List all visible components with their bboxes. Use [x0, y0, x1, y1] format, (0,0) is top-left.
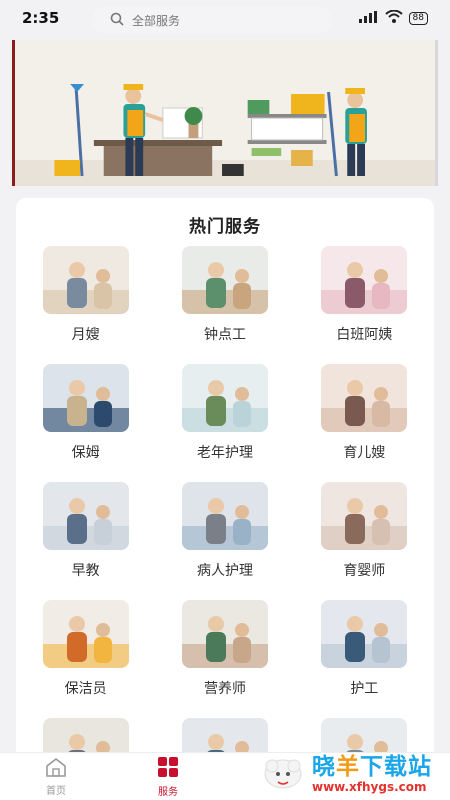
service-label: 病人护理: [196, 563, 253, 579]
service-item[interactable]: 营养师: [155, 600, 294, 698]
service-label: 育婴师: [343, 563, 386, 579]
service-label: 白班阿姨: [336, 327, 393, 343]
status-icons: 88: [358, 9, 428, 26]
watermark-brand: 晓羊下载站: [312, 754, 432, 780]
service-label: 护工: [350, 681, 379, 697]
service-label: 保洁员: [64, 681, 107, 697]
service-label: 早教: [71, 563, 100, 579]
section-title: 热门服务: [189, 217, 261, 237]
tab-services[interactable]: 服务: [112, 753, 224, 800]
service-item[interactable]: 早教: [16, 482, 155, 580]
service-label: 育儿嫂: [343, 445, 386, 461]
service-item[interactable]: 护工: [295, 600, 434, 698]
watermark-url: www.xfhygs.com: [312, 780, 427, 794]
search-input[interactable]: 全部服务: [92, 6, 332, 34]
service-thumbnail: [321, 482, 408, 550]
tab-home[interactable]: 首页: [0, 753, 112, 800]
search-placeholder: 全部服务: [132, 13, 181, 28]
sheep-logo-icon: [258, 750, 308, 798]
service-item[interactable]: 育婴师: [295, 482, 434, 580]
service-item[interactable]: 钟点工: [155, 246, 294, 344]
cleaning-illustration: [15, 40, 435, 186]
site-watermark: 晓羊下载站 www.xfhygs.com: [258, 748, 450, 800]
service-thumbnail: [321, 364, 408, 432]
service-label: 钟点工: [203, 327, 246, 343]
service-label: 保姆: [71, 445, 100, 461]
service-item[interactable]: 保姆: [16, 364, 155, 462]
service-thumbnail: [181, 600, 268, 668]
wifi-icon: [384, 9, 403, 26]
service-label: 营养师: [203, 681, 246, 697]
service-item[interactable]: 保洁员: [16, 600, 155, 698]
service-thumbnail: [42, 246, 129, 314]
service-item[interactable]: 白班阿姨: [295, 246, 434, 344]
service-thumbnail: [321, 246, 408, 314]
service-label: 老年护理: [196, 445, 253, 461]
battery-icon: 88: [408, 11, 428, 25]
search-icon: [110, 12, 124, 29]
grid-icon: [157, 756, 179, 781]
service-thumbnail: [181, 482, 268, 550]
tab-home-label: 首页: [46, 785, 66, 797]
service-grid: 月嫂 钟点工 白班阿姨保姆 老年护理 育儿嫂早教 病人护理 育婴师保洁员 营养师 护工: [16, 246, 434, 768]
service-label: 月嫂: [71, 327, 100, 343]
signal-icon: [358, 10, 379, 26]
status-time: 2:35: [22, 9, 60, 27]
service-thumbnail: [181, 246, 268, 314]
home-icon: [45, 757, 67, 780]
service-thumbnail: [42, 600, 129, 668]
service-thumbnail: [321, 600, 408, 668]
service-thumbnail: [181, 364, 268, 432]
service-thumbnail: [42, 482, 129, 550]
hot-services-card: 热门服务 月嫂 钟点工 白班阿姨保姆 老年护理 育儿嫂早教 病人护理 育婴师保洁员 营养师 护工: [16, 198, 434, 768]
promo-banner[interactable]: [12, 40, 438, 186]
service-thumbnail: [42, 364, 129, 432]
service-item[interactable]: 病人护理: [155, 482, 294, 580]
tab-services-label: 服务: [158, 786, 178, 798]
service-item[interactable]: 育儿嫂: [295, 364, 434, 462]
service-item[interactable]: 月嫂: [16, 246, 155, 344]
service-item[interactable]: 老年护理: [155, 364, 294, 462]
